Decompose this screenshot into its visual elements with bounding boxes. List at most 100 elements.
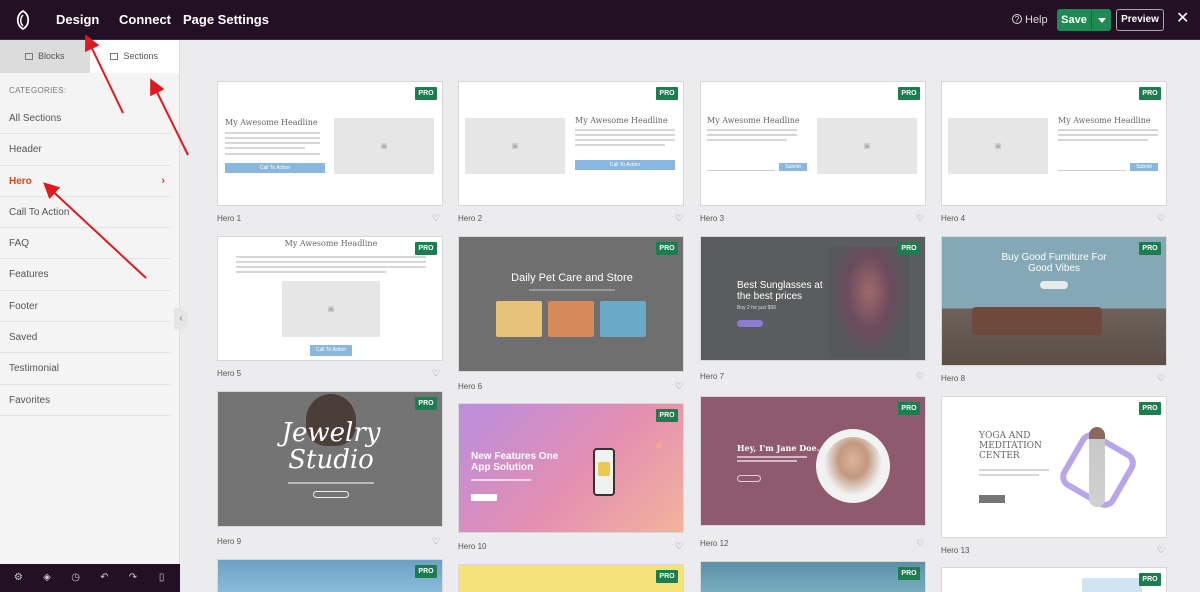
layers-icon[interactable]: ◈ <box>41 572 53 584</box>
pro-badge: PRO <box>1139 573 1161 586</box>
nav-connect[interactable]: Connect <box>119 0 171 40</box>
card-caption: Hero 9 <box>217 537 242 546</box>
sidebar: Blocks Sections CATEGORIES: All Sections… <box>0 40 180 564</box>
help-link[interactable]: ? Help <box>1012 0 1048 40</box>
section-card-hero-7[interactable]: PRO Best Sunglasses at the best prices B… <box>700 236 926 361</box>
help-label: Help <box>1025 14 1048 26</box>
chevron-right-icon: › <box>161 174 165 187</box>
section-card-hero-2[interactable]: PRO My Awesome Headline Call To Action <box>458 81 684 206</box>
category-faq[interactable]: FAQ <box>0 228 171 260</box>
category-features[interactable]: Features <box>0 259 171 291</box>
undo-icon[interactable]: ↶ <box>98 572 110 584</box>
card-furniture-title: Buy Good Furniture For Good Vibes <box>1001 252 1107 274</box>
section-card-hero-17[interactable]: PRO <box>941 567 1167 592</box>
sidebar-bottom-toolbar: ⚙ ◈ ◷ ↶ ↷ ▯ <box>0 564 180 592</box>
favorite-heart-icon[interactable]: ♡ <box>432 213 440 224</box>
section-card-hero-4[interactable]: PRO My Awesome Headline Submit <box>941 81 1167 206</box>
category-saved[interactable]: Saved <box>0 322 171 354</box>
card-shop-button <box>313 491 349 498</box>
category-all-sections[interactable]: All Sections <box>0 103 171 135</box>
section-card-hero-10[interactable]: PRO New Features One App Solution <box>458 403 684 533</box>
category-hero-label: Hero <box>9 175 32 187</box>
card-headline: My Awesome Headline <box>1058 116 1151 125</box>
help-icon: ? <box>1012 14 1022 24</box>
section-card-hero-12[interactable]: PRO Hey, I'm Jane Doe. <box>700 396 926 526</box>
card-submit-button: Submit <box>1130 163 1158 171</box>
pro-badge: PRO <box>1139 402 1161 415</box>
favorite-heart-icon[interactable]: ♡ <box>675 541 683 552</box>
favorite-heart-icon[interactable]: ♡ <box>1157 213 1165 224</box>
card-cta-button: Call To Action <box>310 345 352 356</box>
pro-badge: PRO <box>898 567 920 580</box>
nav-page-settings[interactable]: Page Settings <box>183 0 269 40</box>
card-cta-button <box>737 475 761 482</box>
section-card-hero-15[interactable]: PRO <box>458 564 684 592</box>
section-card-hero-16[interactable]: PRO <box>700 561 926 592</box>
section-card-hero-9[interactable]: PRO Jewelry Studio <box>217 391 443 527</box>
favorite-heart-icon[interactable]: ♡ <box>675 381 683 392</box>
section-card-hero-14[interactable]: PRO <box>217 559 443 592</box>
image-placeholder-icon <box>282 281 380 337</box>
favorite-heart-icon[interactable]: ♡ <box>1157 545 1165 556</box>
pro-badge: PRO <box>898 402 920 415</box>
favorite-heart-icon[interactable]: ♡ <box>916 213 924 224</box>
card-caption: Hero 6 <box>458 382 483 391</box>
card-caption: Hero 12 <box>700 539 729 548</box>
card-headline: My Awesome Headline <box>707 116 800 125</box>
preview-button[interactable]: Preview <box>1116 9 1164 31</box>
pro-badge: PRO <box>415 87 437 100</box>
card-jewelry-title: Jewelry Studio <box>281 418 381 475</box>
favorite-heart-icon[interactable]: ♡ <box>432 536 440 547</box>
nav-design[interactable]: Design <box>56 0 99 40</box>
favorite-heart-icon[interactable]: ♡ <box>916 538 924 549</box>
pet-image <box>548 301 594 337</box>
app-logo-icon[interactable] <box>12 9 34 31</box>
tab-sections[interactable]: Sections <box>89 40 179 73</box>
collapse-sidebar-chevron-icon[interactable]: ‹ <box>174 308 188 330</box>
card-caption: Hero 8 <box>941 374 966 383</box>
pro-badge: PRO <box>656 409 678 422</box>
card-pet-title: Daily Pet Care and Store <box>511 272 633 284</box>
category-header[interactable]: Header <box>0 134 171 166</box>
sofa-image <box>972 307 1102 335</box>
category-testimonial[interactable]: Testimonial <box>0 353 171 385</box>
card-caption: Hero 4 <box>941 214 966 223</box>
card-app-title: New Features One App Solution <box>471 451 559 473</box>
tab-blocks-label: Blocks <box>37 51 65 61</box>
close-icon[interactable]: ✕ <box>1176 11 1189 27</box>
categories-label: CATEGORIES: <box>9 86 67 95</box>
tab-sections-label: Sections <box>123 51 159 61</box>
pro-badge: PRO <box>656 87 678 100</box>
pro-badge: PRO <box>1139 242 1161 255</box>
phone-image <box>593 448 615 496</box>
section-card-hero-8[interactable]: PRO Buy Good Furniture For Good Vibes <box>941 236 1167 366</box>
save-dropdown-chevron-icon[interactable] <box>1091 9 1111 31</box>
settings-gear-icon[interactable]: ⚙ <box>12 572 24 584</box>
history-icon[interactable]: ◷ <box>70 572 82 584</box>
card-shop-button <box>737 320 763 327</box>
save-button[interactable]: Save <box>1057 9 1111 31</box>
image-placeholder-icon <box>465 118 565 174</box>
card-sunglasses-title: Best Sunglasses at the best prices <box>737 280 823 302</box>
category-favorites[interactable]: Favorites <box>0 385 171 416</box>
favorite-heart-icon[interactable]: ♡ <box>432 368 440 379</box>
redo-icon[interactable]: ↷ <box>127 572 139 584</box>
pro-badge: PRO <box>1139 87 1161 100</box>
favorite-heart-icon[interactable]: ♡ <box>1157 373 1165 384</box>
section-card-hero-13[interactable]: PRO YOGA AND MEDITATION CENTER <box>941 396 1167 538</box>
card-headline: My Awesome Headline <box>284 239 378 248</box>
card-caption: Hero 3 <box>700 214 725 223</box>
mobile-preview-icon[interactable]: ▯ <box>156 572 168 584</box>
favorite-heart-icon[interactable]: ♡ <box>675 213 683 224</box>
favorite-heart-icon[interactable]: ♡ <box>916 371 924 382</box>
section-card-hero-5[interactable]: PRO My Awesome Headline Call To Action <box>217 236 443 361</box>
category-footer[interactable]: Footer <box>0 291 171 323</box>
tab-blocks[interactable]: Blocks <box>0 40 90 73</box>
top-bar: Design Connect Page Settings ? Help Save … <box>0 0 1200 40</box>
section-card-hero-6[interactable]: PRO Daily Pet Care and Store <box>458 236 684 372</box>
category-call-to-action[interactable]: Call To Action <box>0 197 171 229</box>
section-card-hero-1[interactable]: PRO My Awesome Headline Call To Action <box>217 81 443 206</box>
category-hero[interactable]: Hero › <box>0 166 171 197</box>
card-shop-button <box>1040 281 1068 289</box>
section-card-hero-3[interactable]: PRO My Awesome Headline Submit <box>700 81 926 206</box>
